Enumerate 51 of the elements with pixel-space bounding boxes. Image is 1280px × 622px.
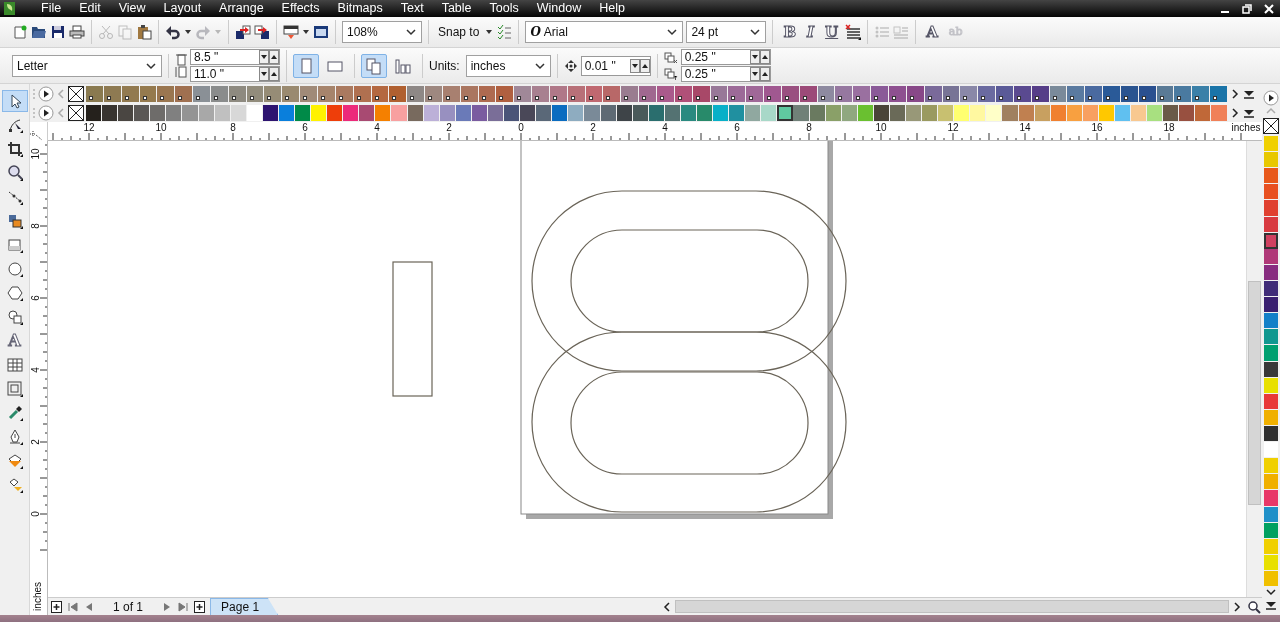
menu-item[interactable]: View (109, 0, 155, 17)
page-counter: 1 of 1 (112, 598, 145, 616)
menu-item[interactable]: Tools (480, 0, 528, 17)
page-height-field[interactable]: 11.0 " (190, 66, 280, 82)
ruler-label: 4 (662, 122, 668, 134)
ruler-label: 12 (83, 122, 95, 134)
ruler-label: 16 (1091, 122, 1103, 134)
page-tab[interactable]: Page 1 (210, 598, 279, 615)
ruler-label: 0 (31, 511, 41, 517)
menu-item[interactable]: Help (590, 0, 634, 17)
ruler-label: 0 (518, 122, 524, 134)
ruler-unit-label: inches (1231, 122, 1261, 134)
ruler-label: 6 (302, 122, 308, 134)
ruler-label: 10 (875, 122, 887, 134)
ruler-label: 6 (734, 122, 740, 134)
units-dropdown[interactable]: inches (465, 54, 551, 77)
ruler-unit-label: inches (33, 582, 43, 611)
menu-item[interactable]: Window (527, 0, 591, 17)
duplicate-x-field[interactable]: 0.25 " (680, 49, 771, 65)
font-size-dropdown[interactable]: 24 pt (686, 21, 767, 43)
menu-item[interactable]: File (32, 0, 71, 17)
font-dropdown[interactable]: O Arial (525, 21, 684, 43)
ruler-label: 10 (155, 122, 167, 134)
ruler-label: 8 (806, 122, 812, 134)
ruler-label: 8 (31, 223, 41, 229)
snap-to-button[interactable]: Snap to (435, 23, 483, 41)
menu-item[interactable]: Bitmaps (328, 0, 392, 17)
menu-item[interactable]: Effects (272, 0, 329, 17)
menu-item[interactable]: Arrange (210, 0, 273, 17)
menu-item[interactable]: Layout (154, 0, 211, 17)
zoom-level-dropdown[interactable]: 108% (342, 21, 422, 43)
ruler-label: 2 (31, 439, 41, 445)
ruler-label: 14 (1019, 122, 1031, 134)
bold-toggle[interactable]: B (779, 22, 801, 42)
paper-size-dropdown[interactable]: Letter (12, 54, 162, 77)
units-label: Units: (429, 57, 460, 75)
ruler-label: 18 (1163, 122, 1175, 134)
ruler-label: 4 (374, 122, 380, 134)
ruler-label: 12 (947, 122, 959, 134)
page-width-field[interactable]: 8.5 " (190, 49, 280, 65)
ruler-label: 10 (31, 148, 41, 160)
ruler-label: 4 (31, 367, 41, 373)
ruler-label: 6 (31, 295, 41, 301)
menu-item[interactable]: Edit (70, 0, 110, 17)
ruler-label: 2 (590, 122, 596, 134)
ruler-label: 2 (446, 122, 452, 134)
menu-item[interactable]: Table (432, 0, 481, 17)
nudge-distance-field[interactable]: 0.01 " (580, 55, 651, 76)
ruler-label: 8 (230, 122, 236, 134)
menu-item[interactable]: Text (391, 0, 433, 17)
duplicate-y-field[interactable]: 0.25 " (680, 66, 771, 82)
